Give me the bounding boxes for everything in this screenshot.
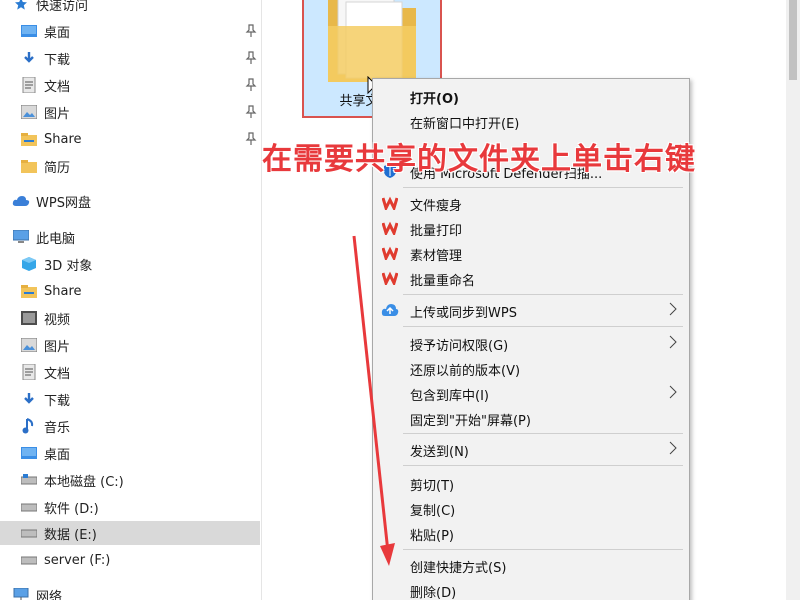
menu-item-upload-wps[interactable]: 上传或同步到WPS	[373, 298, 689, 322]
download-icon	[20, 50, 38, 66]
desktop-icon	[20, 445, 38, 461]
sidebar-item-documents-pc[interactable]: 文档	[0, 360, 260, 384]
pin-icon[interactable]	[245, 51, 257, 65]
menu-item-paste[interactable]: 粘贴(P)	[373, 521, 689, 545]
menu-item-file-slim[interactable]: 文件瘦身	[373, 191, 689, 215]
sidebar-item-share[interactable]: Share	[0, 127, 260, 151]
download-icon	[20, 391, 38, 407]
chevron-right-icon	[669, 441, 677, 455]
sidebar-item-pictures-pc[interactable]: 图片	[0, 333, 260, 357]
menu-item-cut[interactable]: 剪切(T)	[373, 471, 689, 495]
menu-item-restore-versions[interactable]: 还原以前的版本(V)	[373, 356, 689, 380]
menu-item-pin-start[interactable]: 固定到"开始"屏幕(P)	[373, 406, 689, 430]
pin-icon[interactable]	[245, 105, 257, 119]
menu-item-batch-print[interactable]: 批量打印	[373, 216, 689, 240]
sidebar-item-pictures[interactable]: 图片	[0, 100, 260, 124]
navigation-pane: 快速访问 桌面 下载 文档 图片 Share 简历 WPS网盘 此电脑 3D 对…	[0, 0, 262, 600]
annotation-arrow-icon	[352, 235, 395, 566]
video-icon	[20, 310, 38, 326]
folder-icon	[328, 0, 416, 82]
scrollbar-thumb[interactable]	[789, 0, 797, 80]
3d-objects-icon	[20, 256, 38, 272]
sidebar-item-downloads[interactable]: 下载	[0, 46, 260, 70]
sidebar-item-desktop[interactable]: 桌面	[0, 19, 260, 43]
chevron-right-icon	[669, 302, 677, 316]
star-icon	[12, 0, 30, 12]
picture-icon	[20, 337, 38, 353]
sidebar-item-drive-c[interactable]: 本地磁盘 (C:)	[0, 468, 260, 492]
drive-icon	[20, 525, 38, 541]
annotation-text: 在需要共享的文件夹上单击右键	[262, 142, 696, 177]
quick-access[interactable]: 快速访问	[0, 0, 260, 16]
wps-icon	[381, 195, 399, 211]
music-icon	[20, 418, 38, 434]
drive-icon	[20, 499, 38, 515]
menu-separator	[403, 433, 683, 434]
network-icon	[12, 587, 30, 600]
desktop-icon	[20, 23, 38, 39]
share-folder-icon	[20, 131, 38, 147]
menu-item-batch-rename[interactable]: 批量重命名	[373, 266, 689, 290]
menu-separator	[403, 187, 683, 188]
pin-icon[interactable]	[245, 132, 257, 146]
picture-icon	[20, 104, 38, 120]
menu-item-create-shortcut[interactable]: 创建快捷方式(S)	[373, 553, 689, 577]
menu-item-open-new-window[interactable]: 在新窗口中打开(E)	[373, 109, 689, 133]
menu-item-send-to[interactable]: 发送到(N)	[373, 437, 689, 461]
menu-separator	[403, 326, 683, 327]
menu-item-delete[interactable]: 删除(D)	[373, 578, 689, 600]
menu-item-include-library[interactable]: 包含到库中(I)	[373, 381, 689, 405]
pin-icon[interactable]	[245, 78, 257, 92]
document-icon	[20, 364, 38, 380]
sidebar-item-3d-objects[interactable]: 3D 对象	[0, 252, 260, 276]
chevron-right-icon	[669, 335, 677, 349]
sidebar-item-this-pc[interactable]: 此电脑	[0, 225, 260, 249]
sidebar-item-share-pc[interactable]: Share	[0, 279, 260, 303]
wps-cloud-icon	[12, 193, 30, 209]
drive-icon	[20, 552, 38, 568]
sidebar-item-resume[interactable]: 简历	[0, 154, 260, 178]
sidebar-item-music[interactable]: 音乐	[0, 414, 260, 438]
sidebar-item-videos[interactable]: 视频	[0, 306, 260, 330]
sidebar-item-downloads-pc[interactable]: 下载	[0, 387, 260, 411]
sidebar-item-drive-f[interactable]: server (F:)	[0, 548, 260, 572]
document-icon	[20, 77, 38, 93]
chevron-right-icon	[669, 385, 677, 399]
sidebar-item-drive-d[interactable]: 软件 (D:)	[0, 495, 260, 519]
menu-item-grant-access[interactable]: 授予访问权限(G)	[373, 331, 689, 355]
menu-separator	[403, 549, 683, 550]
drive-icon	[20, 472, 38, 488]
computer-icon	[12, 229, 30, 245]
menu-separator	[403, 465, 683, 466]
share-folder-icon	[20, 283, 38, 299]
folder-icon	[20, 158, 38, 174]
sidebar-item-wps-drive[interactable]: WPS网盘	[0, 189, 260, 213]
sidebar-item-network[interactable]: 网络	[0, 583, 260, 600]
sidebar-item-documents[interactable]: 文档	[0, 73, 260, 97]
menu-item-open[interactable]: 打开(O)	[373, 84, 689, 108]
sidebar-item-drive-e[interactable]: 数据 (E:)	[0, 521, 260, 545]
menu-item-asset-manage[interactable]: 素材管理	[373, 241, 689, 265]
vertical-scrollbar[interactable]	[786, 0, 800, 600]
sidebar-item-desktop-pc[interactable]: 桌面	[0, 441, 260, 465]
pin-icon[interactable]	[245, 24, 257, 38]
menu-item-copy[interactable]: 复制(C)	[373, 496, 689, 520]
menu-separator	[403, 294, 683, 295]
